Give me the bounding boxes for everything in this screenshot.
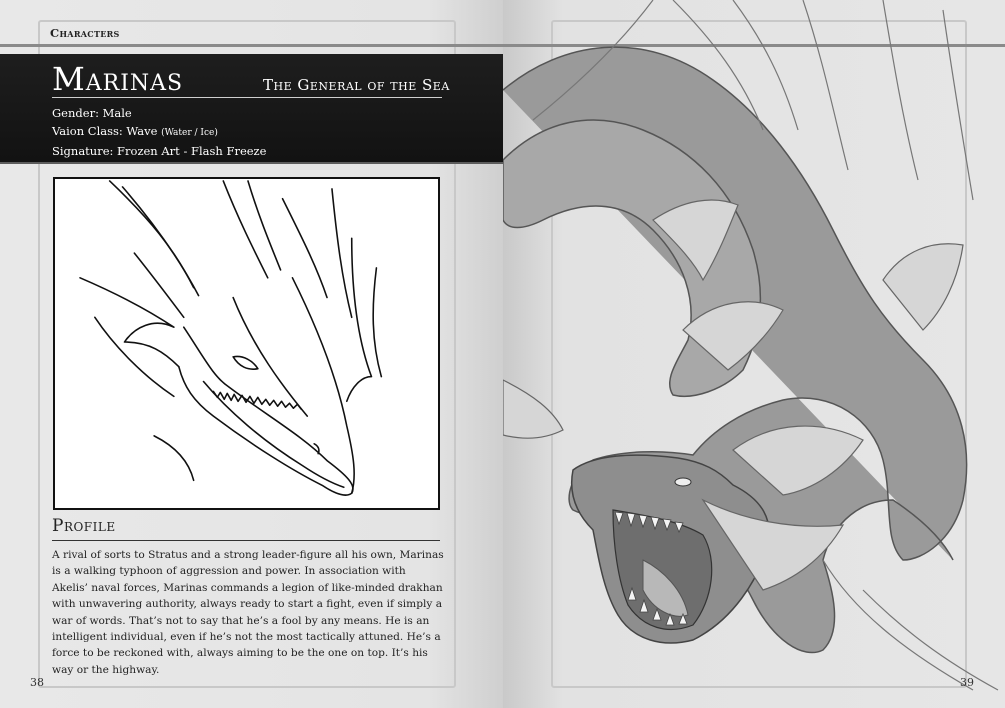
class-stat: Vaion Class: Wave (Water / Ice) [52, 122, 266, 142]
dragon-head-sketch-icon [79, 180, 383, 496]
page-number-right: 39 [960, 676, 974, 689]
gender-stat: Gender: Male [52, 106, 132, 120]
portrait-frame [53, 177, 440, 510]
page-number-left: 38 [30, 676, 44, 689]
character-stats: Gender: Male Vaion Class: Wave (Water / … [52, 104, 266, 160]
right-page: 39 [503, 0, 1005, 708]
character-banner: Marinas The General of the Sea Gender: M… [0, 54, 503, 164]
sea-dragon-illustration-icon [503, 0, 999, 691]
profile-text: A rival of sorts to Stratus and a strong… [52, 549, 444, 676]
character-title: The General of the Sea [263, 76, 450, 94]
banner-divider [52, 97, 442, 98]
class-detail: (Water / Ice) [161, 128, 218, 138]
class-label: Vaion Class: Wave [52, 124, 158, 138]
signature-stat: Signature: Frozen Art - Flash Freeze [52, 144, 267, 158]
profile-divider [52, 540, 440, 541]
header-rule [0, 44, 503, 47]
book-spread: Characters Marinas The General of the Se… [0, 0, 1005, 708]
character-name: Marinas [52, 60, 184, 98]
section-label: Characters [50, 26, 120, 40]
left-page: Characters Marinas The General of the Se… [0, 0, 503, 708]
profile-heading: Profile [52, 516, 116, 536]
